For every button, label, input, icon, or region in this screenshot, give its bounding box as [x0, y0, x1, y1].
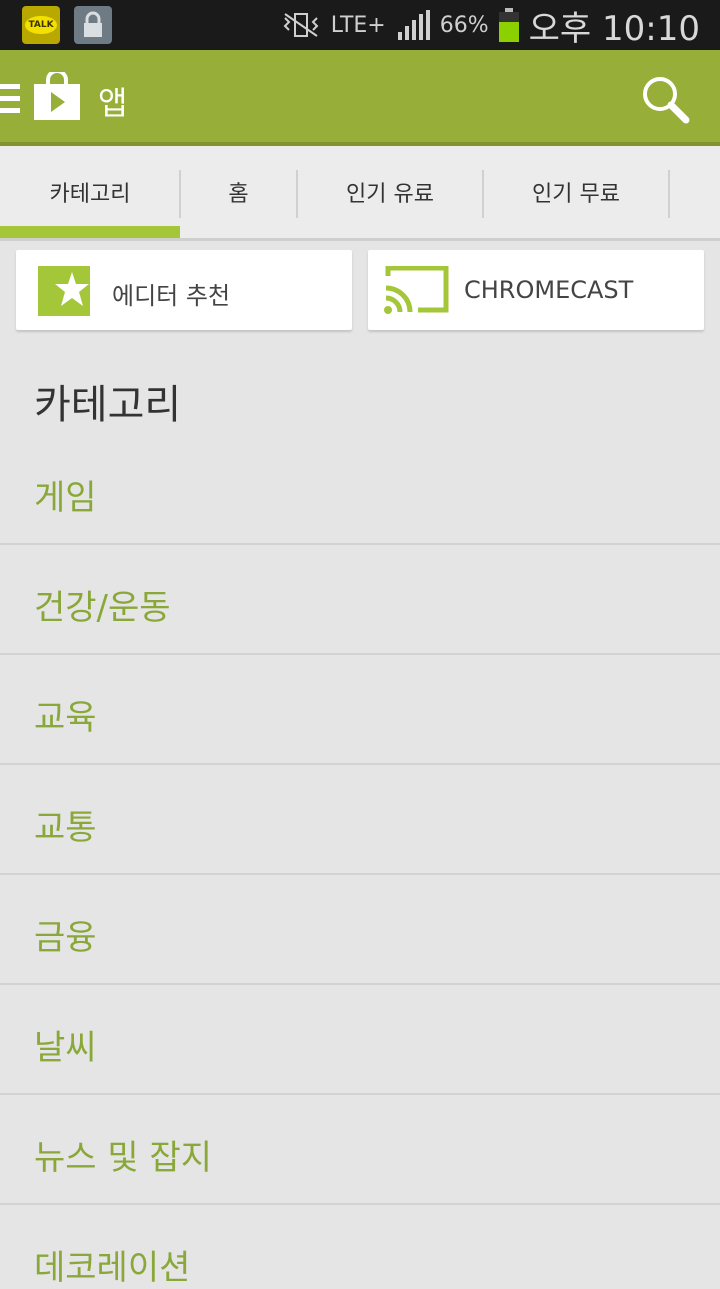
tab-bar: 카테고리 홈 인기 유료 인기 무료 [0, 146, 720, 241]
lock-icon [74, 6, 112, 44]
action-bar: 앱 [0, 50, 720, 146]
kakaotalk-icon: TALK [22, 6, 60, 44]
tab-top-paid[interactable]: 인기 유료 [298, 146, 482, 238]
battery-icon [498, 8, 519, 42]
category-label: 날씨 [34, 1028, 97, 1068]
chromecast-label: CHROMECAST [464, 276, 634, 304]
category-label: 교통 [34, 808, 97, 848]
network-type: LTE+ [330, 12, 386, 38]
vibrate-mute-icon [283, 13, 319, 37]
list-item[interactable]: 뉴스 및 잡지 [0, 1095, 720, 1205]
editors-choice-star-icon [38, 266, 90, 316]
section-title: 카테고리 [34, 382, 182, 428]
category-label: 뉴스 및 잡지 [34, 1138, 213, 1178]
category-label: 데코레이션 [34, 1248, 191, 1288]
list-item[interactable]: 교육 [0, 655, 720, 765]
editors-choice-label: 에디터 추천 [112, 282, 231, 310]
status-bar: TALK LTE+ 66% 오후 10:10 [0, 0, 720, 50]
clock: 오후 10:10 [528, 8, 700, 49]
tab-selected-indicator [0, 226, 180, 238]
menu-icon[interactable] [0, 84, 20, 113]
list-item[interactable]: 건강/운동 [0, 545, 720, 655]
search-icon[interactable] [640, 74, 690, 124]
list-item[interactable]: 교통 [0, 765, 720, 875]
list-item[interactable]: 게임 [0, 435, 720, 545]
category-label: 금융 [34, 918, 97, 958]
tab-divider [668, 170, 670, 218]
tab-top-free[interactable]: 인기 무료 [484, 146, 668, 238]
chromecast-icon [384, 266, 449, 314]
tab-category[interactable]: 카테고리 [0, 146, 180, 238]
list-item[interactable]: 금융 [0, 875, 720, 985]
play-store-icon[interactable] [34, 72, 80, 120]
category-label: 교육 [34, 698, 97, 738]
chromecast-card[interactable]: CHROMECAST [368, 250, 704, 330]
battery-percent: 66% [439, 12, 489, 38]
signal-icon [397, 10, 430, 40]
tab-home[interactable]: 홈 [181, 146, 296, 238]
editors-choice-card[interactable]: 에디터 추천 [16, 250, 352, 330]
list-item[interactable]: 데코레이션 [0, 1205, 720, 1288]
list-item[interactable]: 날씨 [0, 985, 720, 1095]
category-label: 게임 [34, 478, 97, 518]
category-label: 건강/운동 [34, 588, 171, 628]
page-title: 앱 [98, 84, 128, 122]
